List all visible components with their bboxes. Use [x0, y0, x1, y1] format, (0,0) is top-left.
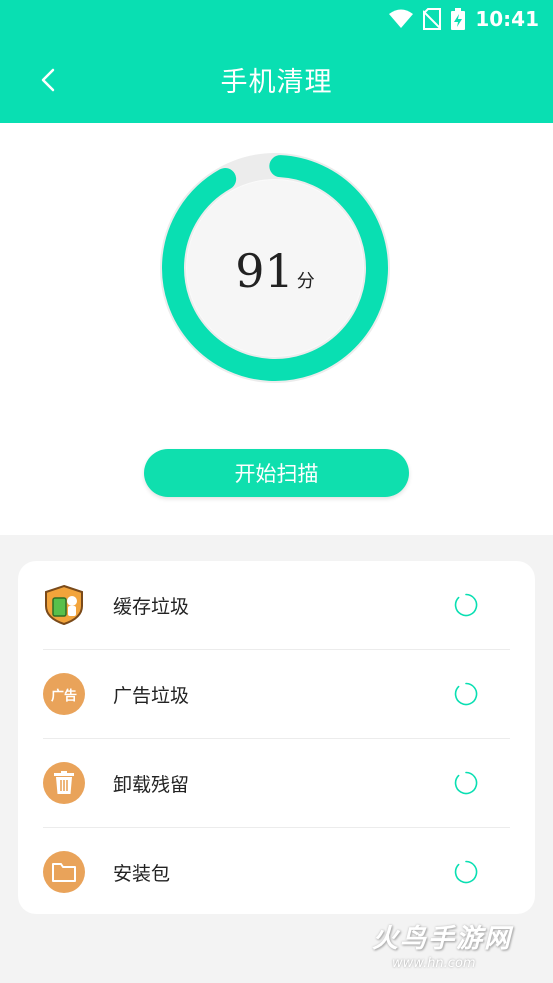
wifi-icon: [389, 9, 414, 28]
loading-spinner-icon: [454, 771, 478, 795]
list-item-label: 卸载残留: [113, 773, 190, 796]
cleanup-list: 缓存垃圾 广告 广告垃圾 卸载残留 安装包: [18, 561, 535, 914]
list-item-uninstall-residue[interactable]: 卸载残留: [43, 739, 510, 828]
start-scan-button[interactable]: 开始扫描: [144, 449, 409, 497]
ad-icon-text: 广告: [50, 688, 77, 704]
list-item-cache[interactable]: 缓存垃圾: [43, 561, 510, 650]
loading-spinner-icon: [454, 682, 478, 706]
cache-shield-icon: [43, 584, 85, 626]
score-display: 91 分: [160, 244, 390, 298]
watermark: 火鸟手游网: [372, 924, 513, 954]
list-item-label: 安装包: [113, 862, 171, 885]
folder-icon: [43, 851, 85, 893]
loading-spinner-icon: [454, 593, 478, 617]
list-item-label: 缓存垃圾: [113, 595, 190, 618]
list-item-ads[interactable]: 广告 广告垃圾: [43, 650, 510, 739]
watermark-url: www.hn.com: [392, 956, 476, 971]
no-sim-icon: [423, 8, 442, 30]
score-unit: 分: [296, 271, 315, 292]
ad-icon: 广告: [43, 673, 85, 715]
list-item-install-packages[interactable]: 安装包: [43, 828, 510, 916]
trash-icon: [43, 762, 85, 804]
header-bar: 10:41 手机清理: [0, 0, 553, 123]
page-title: 手机清理: [220, 67, 333, 98]
status-bar: 10:41: [389, 7, 539, 31]
battery-charging-icon: [451, 8, 466, 30]
list-item-label: 广告垃圾: [113, 684, 190, 707]
loading-spinner-icon: [454, 860, 478, 884]
status-time: 10:41: [475, 7, 539, 31]
score-value: 91: [235, 244, 294, 298]
